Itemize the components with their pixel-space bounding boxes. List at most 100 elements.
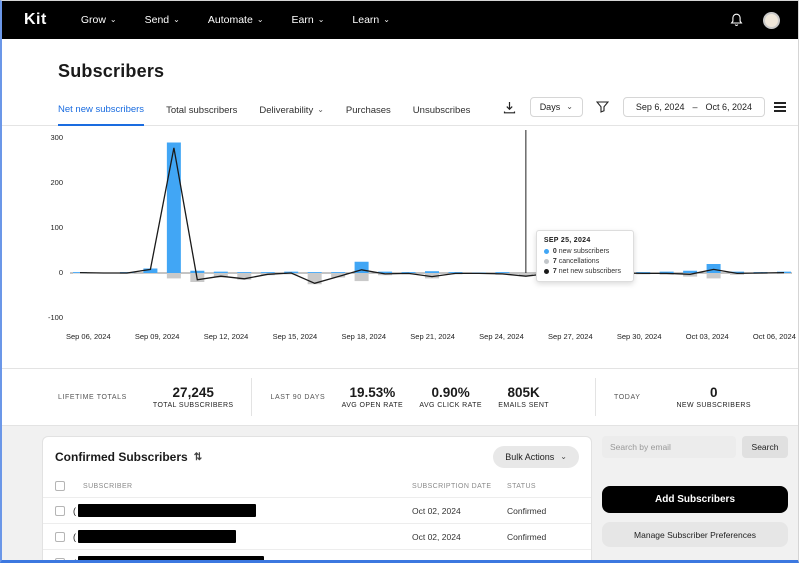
- topbar-right: [725, 10, 780, 30]
- chart-x-axis: Sep 06, 2024 Sep 09, 2024 Sep 12, 2024 Sep …: [66, 332, 796, 341]
- date-range-separator: –: [692, 102, 698, 112]
- subscriber-name: (: [73, 530, 412, 543]
- filter-icon[interactable]: [592, 97, 614, 117]
- metric-value: 19.53%: [349, 385, 396, 400]
- stats-90days-group: LAST 90 DAYS 19.53% AVG OPEN RATE 0.90% …: [270, 385, 577, 409]
- tab-label: Unsubscribes: [412, 104, 471, 116]
- tab-total-subscribers[interactable]: Total subscribers: [166, 96, 237, 125]
- confirmed-subscribers-card: Confirmed Subscribers ⇅ Bulk Actions ⌄ S…: [42, 436, 592, 563]
- nav-item-send[interactable]: Send ⌄: [145, 14, 180, 26]
- download-icon[interactable]: [499, 97, 521, 117]
- metric-label: AVG CLICK RATE: [419, 402, 482, 409]
- avatar[interactable]: [763, 11, 780, 29]
- stats-band: LIFETIME TOTALS 27,245 TOTAL SUBSCRIBERS…: [2, 368, 798, 426]
- subscription-date: Oct 02, 2024: [412, 557, 461, 563]
- tab-label: Purchases: [345, 104, 391, 116]
- nav-item-learn[interactable]: Learn ⌄: [352, 14, 390, 26]
- add-subscribers-button[interactable]: Add Subscribers: [602, 486, 788, 513]
- lower-section: Confirmed Subscribers ⇅ Bulk Actions ⌄ S…: [2, 426, 798, 563]
- date-range-picker[interactable]: Sep 6, 2024 – Oct 6, 2024: [622, 97, 765, 117]
- chevron-down-icon: ⌄: [383, 15, 390, 24]
- primary-nav: Grow ⌄ Send ⌄ Automate ⌄ Earn ⌄ Learn ⌄: [81, 14, 725, 26]
- tooltip-row-new: 0 new subscribers: [543, 248, 626, 255]
- chevron-down-icon: ⌄: [566, 102, 573, 111]
- subscription-date: Oct 02, 2024: [412, 531, 461, 542]
- nav-label: Send: [144, 14, 170, 26]
- tab-label: Total subscribers: [166, 104, 238, 116]
- bulk-actions-button[interactable]: Bulk Actions ⌄: [493, 446, 579, 468]
- period-select[interactable]: Days ⌄: [529, 97, 583, 117]
- col-header-subscription-date: SUBSCRIPTION DATE: [412, 482, 492, 490]
- date-range-end: Oct 6, 2024: [705, 102, 752, 112]
- tab-label: Deliverability: [259, 104, 314, 116]
- status-badge: Confirmed: [507, 531, 547, 542]
- metric-avg-open-rate: 19.53% AVG OPEN RATE: [342, 385, 403, 409]
- nav-item-grow[interactable]: Grow ⌄: [81, 14, 117, 26]
- stats-lifetime-group: LIFETIME TOTALS 27,245 TOTAL SUBSCRIBERS: [58, 385, 233, 409]
- top-nav: Kit Grow ⌄ Send ⌄ Automate ⌄ Earn ⌄ Learn ⌄: [2, 1, 798, 39]
- tab-purchases[interactable]: Purchases: [346, 96, 391, 125]
- metric-value: 805K: [507, 385, 540, 400]
- card-header: Confirmed Subscribers ⇅ Bulk Actions ⌄: [43, 437, 591, 477]
- confirmed-subscribers-title: Confirmed Subscribers ⇅: [55, 450, 203, 464]
- row-checkbox[interactable]: [55, 557, 65, 560]
- metric-value: 0.90%: [431, 385, 470, 400]
- tab-deliverability[interactable]: Deliverability ⌄: [259, 96, 324, 125]
- tabs: Net new subscribers Total subscribers De…: [58, 96, 499, 126]
- tab-unsubscribes[interactable]: Unsubscribes: [413, 96, 471, 125]
- chevron-down-icon: ⌄: [173, 15, 180, 24]
- col-header-subscriber: SUBSCRIBER: [83, 482, 133, 490]
- date-range-start: Sep 6, 2024: [635, 102, 685, 112]
- table-header: SUBSCRIBER SUBSCRIPTION DATE STATUS: [43, 477, 591, 497]
- nav-item-earn[interactable]: Earn ⌄: [292, 14, 325, 26]
- stats-group-label: TODAY: [614, 393, 641, 401]
- metric-value: 27,245: [172, 385, 214, 400]
- stats-group-label: LAST 90 DAYS: [270, 393, 326, 401]
- nav-label: Automate: [207, 14, 253, 26]
- row-checkbox[interactable]: [55, 531, 65, 542]
- period-select-value: Days: [539, 102, 561, 112]
- page-title: Subscribers: [58, 61, 165, 81]
- nav-label: Learn: [352, 14, 380, 26]
- stats-group-label: LIFETIME TOTALS: [58, 393, 127, 401]
- search-button[interactable]: Search: [742, 436, 788, 458]
- app-window: Kit Grow ⌄ Send ⌄ Automate ⌄ Earn ⌄ Learn ⌄ S…: [0, 0, 799, 563]
- bulk-actions-label: Bulk Actions: [505, 452, 555, 462]
- chevron-down-icon: ⌄: [317, 15, 325, 24]
- nav-label: Grow: [80, 14, 106, 26]
- menu-icon[interactable]: [774, 102, 786, 112]
- tabs-row: Net new subscribers Total subscribers De…: [2, 96, 798, 126]
- subscriber-name: (: [73, 504, 412, 517]
- status-badge: Confirmed: [507, 557, 547, 563]
- status-badge: Confirmed: [507, 505, 547, 516]
- search-input[interactable]: [602, 436, 736, 458]
- row-checkbox[interactable]: [55, 505, 65, 516]
- chevron-down-icon: ⌄: [256, 15, 264, 24]
- col-header-status: STATUS: [507, 482, 536, 490]
- bell-icon[interactable]: [725, 10, 747, 30]
- divider: [251, 378, 253, 416]
- table-row[interactable]: ( Oct 02, 2024 Confirmed: [43, 523, 591, 549]
- chart-plot[interactable]: [70, 130, 792, 326]
- chevron-down-icon: ⌄: [109, 15, 117, 24]
- tab-net-new-subscribers[interactable]: Net new subscribers: [58, 96, 145, 126]
- manage-subscriber-preferences-button[interactable]: Manage Subscriber Preferences: [602, 522, 788, 547]
- metric-value: 0: [709, 385, 718, 400]
- main-content: Subscribers Net new subscribers Total su…: [2, 39, 798, 563]
- subscriber-name: (: [73, 556, 412, 560]
- redacted-name: [78, 530, 236, 543]
- stats-today-group: TODAY 0 NEW SUBSCRIBERS: [614, 385, 790, 409]
- table-row[interactable]: ( Oct 02, 2024 Confirmed: [43, 549, 591, 563]
- net-subscribers-dot-icon: [543, 269, 549, 274]
- table-row[interactable]: ( Oct 02, 2024 Confirmed: [43, 497, 591, 523]
- tab-label: Net new subscribers: [58, 104, 145, 115]
- metric-emails-sent: 805K EMAILS SENT: [498, 385, 549, 409]
- subscribers-chart: 300 200 100 0 -100 Sep 06, 2024 Sep 09, 2024 S…: [36, 130, 798, 348]
- metric-avg-click-rate: 0.90% AVG CLICK RATE: [419, 385, 482, 409]
- metric-total-subscribers: 27,245 TOTAL SUBSCRIBERS: [153, 385, 234, 409]
- sort-icon[interactable]: ⇅: [194, 452, 202, 463]
- select-all-checkbox[interactable]: [55, 481, 65, 491]
- kit-logo[interactable]: Kit: [24, 11, 47, 29]
- tooltip-row-cancellations: 7 cancellations: [543, 258, 626, 265]
- nav-item-automate[interactable]: Automate ⌄: [208, 14, 264, 26]
